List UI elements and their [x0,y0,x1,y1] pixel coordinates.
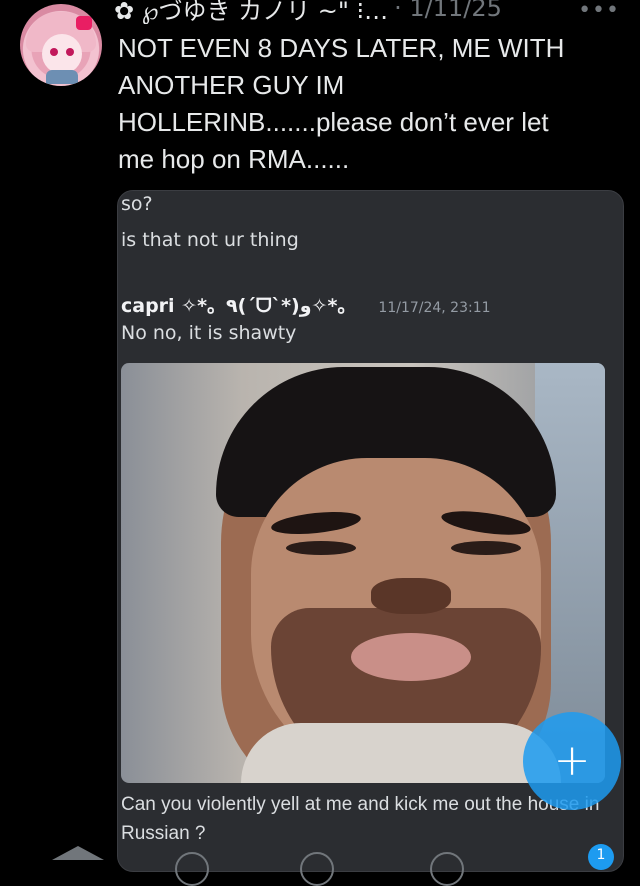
chat-message: is that not ur thing [121,229,299,251]
avatar[interactable] [20,4,102,86]
avatar-eye-right [66,48,74,56]
nav-home-icon[interactable] [52,846,112,860]
nav-grok-icon[interactable] [300,852,336,886]
photo-of-man-icon[interactable] [121,363,605,783]
media-chest [241,723,561,783]
chat-caption: Can you violently yell at me and kick me… [121,794,600,844]
post-date[interactable]: · 1/11/25 [394,0,502,22]
chat-message: No no, it is shawty [121,322,297,344]
avatar-face [42,34,82,74]
tweet-text: NOT EVEN 8 DAYS LATER, ME WITH ANOTHER G… [118,33,565,174]
media-mouth [351,633,471,681]
chat-timestamp: 11/17/24, 23:11 [378,300,491,316]
compose-plus-icon: + [553,735,591,786]
media-nose [371,578,451,614]
tweet-post[interactable]: ✿ ℘づゆき カノリ ~" ⁝… · 1/11/25 ••• NOT EVEN … [0,0,640,886]
media-eye-left [286,541,356,555]
chat-message: so? [121,193,153,215]
avatar-bow [76,16,92,30]
chat-author-row: capri ✧*。٩(ˊᗜˋ*)و✧*。 11/17/24, 23:11 [121,291,491,318]
nav-notifications-icon[interactable] [430,852,466,886]
more-horizontal-icon[interactable]: ••• [578,0,620,23]
chat-author-name: capri ✧*。٩(ˊᗜˋ*)و✧*。 [121,295,357,317]
notification-badge: 1 [588,844,614,870]
avatar-collar [46,70,78,84]
display-name[interactable]: ✿ ℘づゆき カノリ ~" ⁝… [114,0,388,24]
media-eye-right [451,541,521,555]
avatar-eye-left [50,48,58,56]
post-header: ✿ ℘づゆき カノリ ~" ⁝… · 1/11/25 [114,0,634,24]
compose-button[interactable]: + [523,712,621,810]
nav-search-icon[interactable] [175,852,211,886]
